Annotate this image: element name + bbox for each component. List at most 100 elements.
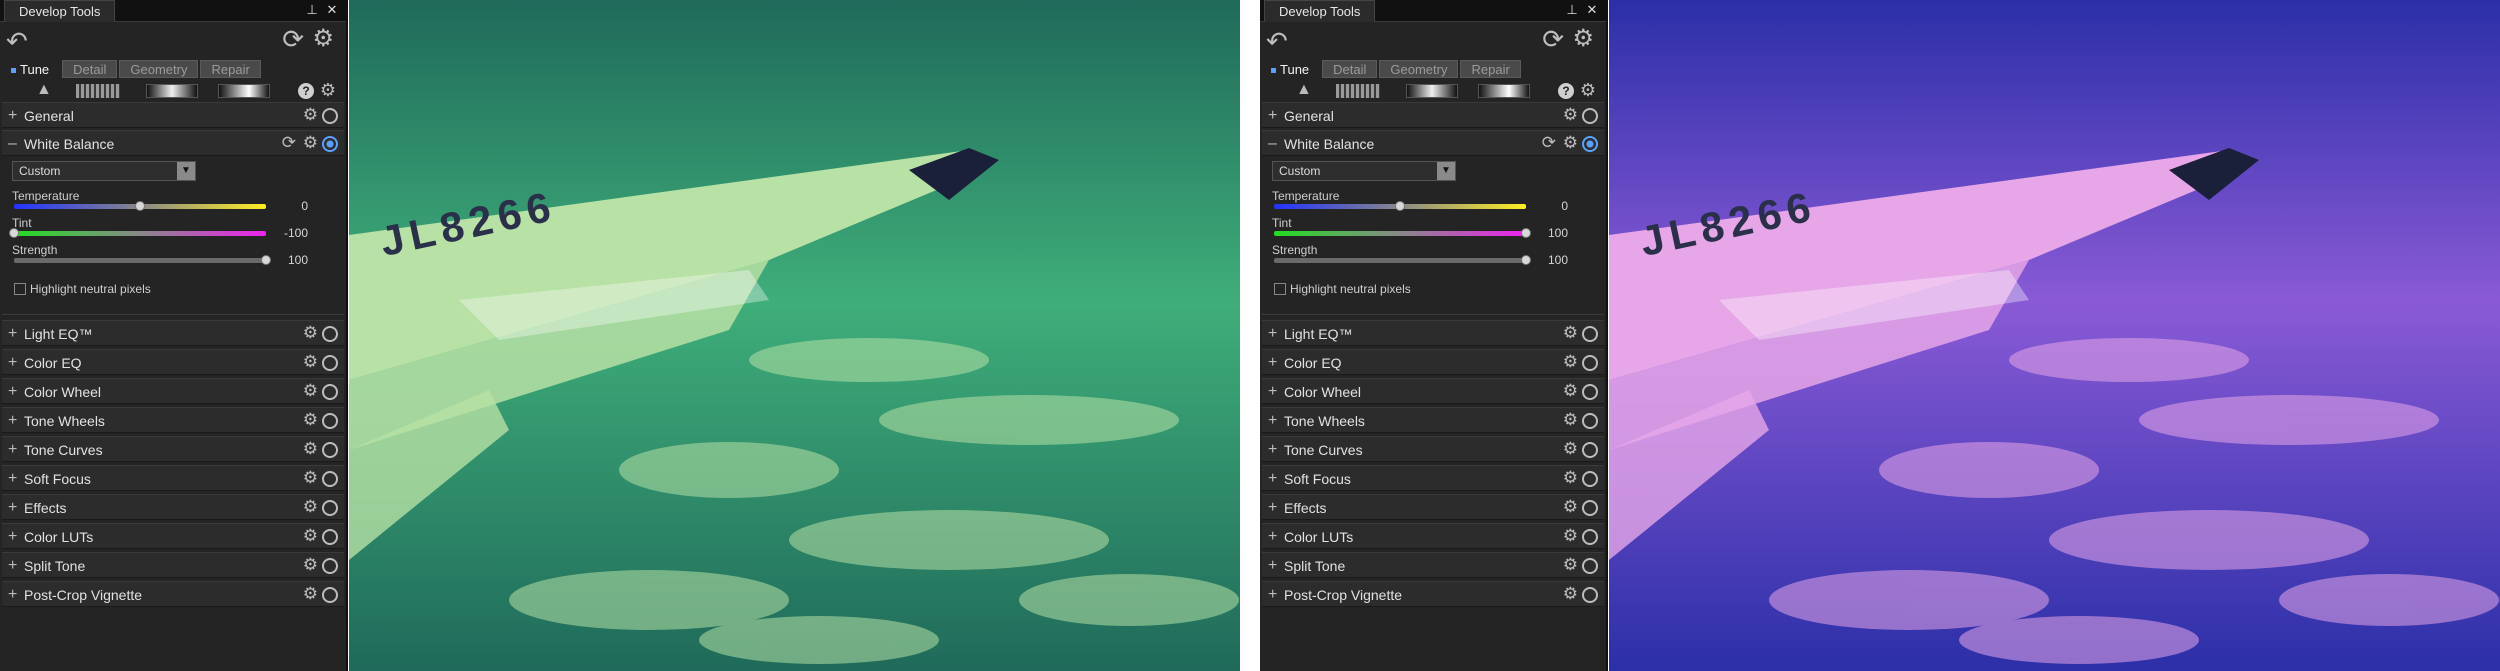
section-header[interactable]: + Effects ⚙ — [1262, 494, 1604, 520]
enable-toggle-icon[interactable] — [1582, 558, 1598, 574]
gear-icon[interactable]: ⚙ — [1563, 381, 1578, 401]
filmstrip-icon[interactable] — [76, 84, 120, 98]
close-icon[interactable]: ✕ — [324, 2, 340, 18]
expand-icon[interactable]: + — [1268, 412, 1280, 430]
section-header[interactable]: + Color LUTs ⚙ — [2, 523, 344, 549]
enable-toggle-icon[interactable] — [1582, 500, 1598, 516]
section-header[interactable]: + Tone Curves ⚙ — [1262, 436, 1604, 462]
expand-icon[interactable]: + — [1268, 586, 1280, 604]
tab-tune[interactable]: Tune — [2, 60, 61, 78]
temperature-value[interactable]: 0 — [1518, 199, 1568, 213]
section-header[interactable]: + Post-Crop Vignette ⚙ — [1262, 581, 1604, 607]
enable-toggle-icon[interactable] — [1582, 136, 1598, 152]
highlight-neutral-checkbox[interactable] — [14, 283, 26, 295]
section-header[interactable]: + Soft Focus ⚙ — [2, 465, 344, 491]
highlight-neutral-checkbox-row[interactable]: Highlight neutral pixels — [1274, 282, 1411, 296]
enable-toggle-icon[interactable] — [322, 108, 338, 124]
gear-icon[interactable]: ⚙ — [1563, 410, 1578, 430]
enable-toggle-icon[interactable] — [322, 529, 338, 545]
temperature-slider-handle[interactable] — [1395, 201, 1405, 211]
gear-icon[interactable]: ⚙ — [1563, 497, 1578, 517]
gear-icon[interactable]: ⚙ — [1563, 468, 1578, 488]
gear-icon[interactable]: ⚙ — [303, 410, 318, 430]
expand-icon[interactable]: + — [1268, 107, 1280, 125]
temperature-slider[interactable] — [14, 201, 266, 211]
tint-slider[interactable] — [1274, 228, 1531, 238]
temperature-slider-handle[interactable] — [135, 201, 145, 211]
enable-toggle-icon[interactable] — [322, 500, 338, 516]
enable-toggle-icon[interactable] — [1582, 326, 1598, 342]
expand-icon[interactable]: + — [8, 586, 20, 604]
expand-icon[interactable]: + — [8, 499, 20, 517]
section-header[interactable]: + General ⚙ — [2, 102, 344, 128]
sync-icon[interactable]: ⟳ — [282, 24, 304, 55]
expand-icon[interactable]: + — [8, 412, 20, 430]
section-header[interactable]: + General ⚙ — [1262, 102, 1604, 128]
chevron-down-icon[interactable]: ▼ — [177, 162, 195, 180]
enable-toggle-icon[interactable] — [1582, 413, 1598, 429]
expand-icon[interactable]: + — [1268, 470, 1280, 488]
undo-icon[interactable]: ↶ — [6, 26, 28, 57]
section-header[interactable]: + Post-Crop Vignette ⚙ — [2, 581, 344, 607]
expand-icon[interactable]: + — [8, 325, 20, 343]
enable-toggle-icon[interactable] — [322, 558, 338, 574]
enable-toggle-icon[interactable] — [322, 384, 338, 400]
section-header[interactable]: + Light EQ™ ⚙ — [2, 320, 344, 346]
tab-repair[interactable]: Repair — [200, 60, 261, 78]
section-header[interactable]: + Color Wheel ⚙ — [2, 378, 344, 404]
section-header[interactable]: + Color EQ ⚙ — [2, 349, 344, 375]
expand-icon[interactable]: + — [8, 470, 20, 488]
enable-toggle-icon[interactable] — [322, 326, 338, 342]
radial-gradient-filter-icon[interactable] — [1478, 84, 1530, 98]
expand-icon[interactable]: + — [8, 107, 20, 125]
enable-toggle-icon[interactable] — [1582, 384, 1598, 400]
gear-icon[interactable]: ⚙ — [1563, 105, 1578, 125]
gear-icon[interactable]: ⚙ — [1563, 323, 1578, 343]
options-gear-icon[interactable]: ⚙ — [320, 80, 336, 101]
gear-icon[interactable]: ⚙ — [303, 381, 318, 401]
section-header[interactable]: + Split Tone ⚙ — [2, 552, 344, 578]
gear-icon[interactable]: ⚙ — [303, 555, 318, 575]
enable-toggle-icon[interactable] — [1582, 529, 1598, 545]
gear-icon[interactable]: ⚙ — [303, 133, 318, 153]
expand-icon[interactable]: + — [1268, 528, 1280, 546]
sync-icon[interactable]: ⟳ — [1542, 24, 1564, 55]
gear-icon[interactable]: ⚙ — [303, 352, 318, 372]
gear-icon[interactable]: ⚙ — [1563, 584, 1578, 604]
tint-slider[interactable] — [9, 228, 266, 238]
chevron-down-icon[interactable]: ▼ — [1437, 162, 1455, 180]
tint-value[interactable]: 100 — [1518, 226, 1568, 240]
section-header[interactable]: + Color Wheel ⚙ — [1262, 378, 1604, 404]
pin-icon[interactable]: ⊥ — [304, 2, 320, 18]
tab-detail[interactable]: Detail — [1322, 60, 1378, 78]
settings-gear-icon[interactable]: ⚙ — [1572, 24, 1594, 53]
expand-icon[interactable]: + — [8, 383, 20, 401]
section-header[interactable]: + Color EQ ⚙ — [1262, 349, 1604, 375]
tint-slider-handle[interactable] — [9, 228, 19, 238]
pin-icon[interactable]: ⊥ — [1564, 2, 1580, 18]
section-header[interactable]: – White Balance ⚙ ⟳ — [2, 130, 344, 156]
expand-icon[interactable]: + — [1268, 557, 1280, 575]
help-icon[interactable]: ? — [298, 83, 314, 99]
tab-geometry[interactable]: Geometry — [119, 60, 199, 78]
gradient-filter-icon[interactable] — [146, 84, 198, 98]
tint-value[interactable]: -100 — [258, 226, 308, 240]
reset-icon[interactable]: ⟳ — [282, 133, 296, 153]
undo-icon[interactable]: ↶ — [1266, 26, 1288, 57]
warning-icon[interactable]: ▲ — [1296, 81, 1312, 99]
strength-value[interactable]: 100 — [258, 253, 308, 267]
enable-toggle-icon[interactable] — [322, 587, 338, 603]
gear-icon[interactable]: ⚙ — [303, 439, 318, 459]
enable-toggle-icon[interactable] — [322, 442, 338, 458]
enable-toggle-icon[interactable] — [1582, 587, 1598, 603]
expand-icon[interactable]: + — [1268, 499, 1280, 517]
gear-icon[interactable]: ⚙ — [1563, 439, 1578, 459]
gear-icon[interactable]: ⚙ — [303, 497, 318, 517]
expand-icon[interactable]: + — [1268, 441, 1280, 459]
tab-tune[interactable]: Tune — [1262, 60, 1321, 78]
expand-icon[interactable]: + — [1268, 383, 1280, 401]
section-header[interactable]: + Color LUTs ⚙ — [1262, 523, 1604, 549]
enable-toggle-icon[interactable] — [1582, 442, 1598, 458]
gear-icon[interactable]: ⚙ — [303, 526, 318, 546]
section-header[interactable]: + Soft Focus ⚙ — [1262, 465, 1604, 491]
